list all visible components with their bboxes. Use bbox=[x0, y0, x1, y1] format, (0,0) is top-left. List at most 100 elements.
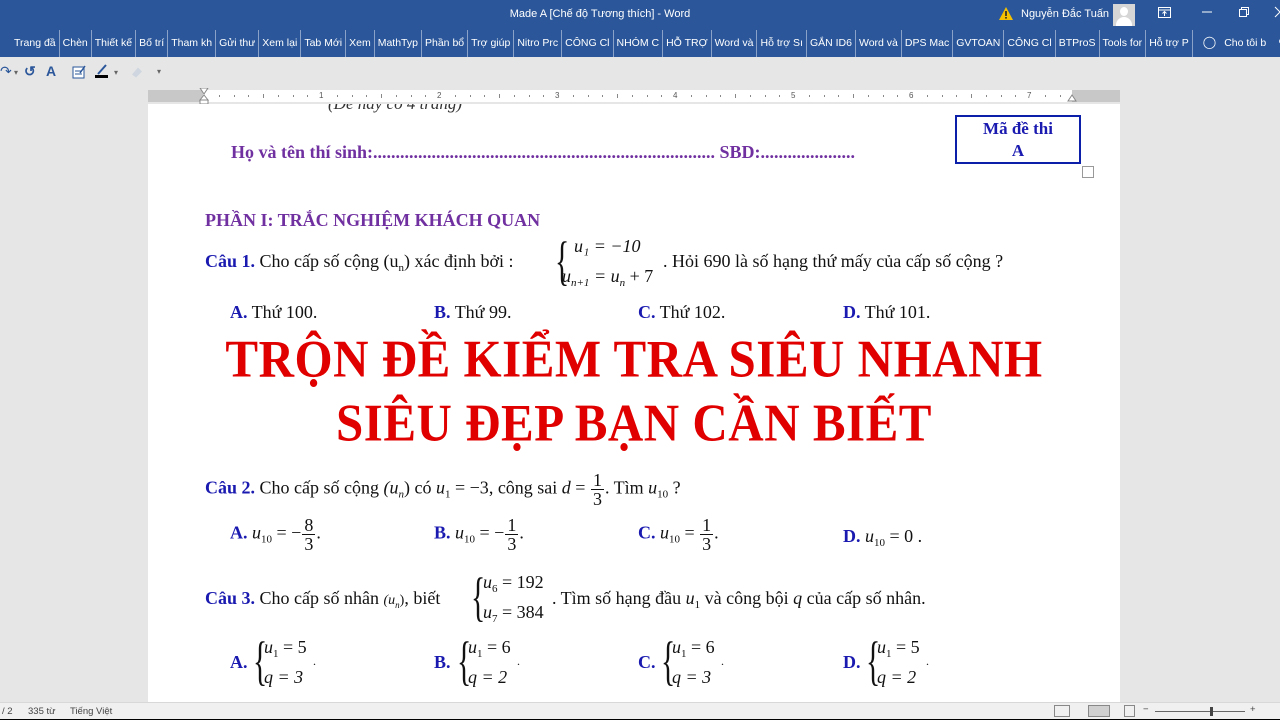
question-3: Câu 3. Cho cấp số nhân (un), biết bbox=[205, 588, 440, 610]
right-indent-marker-icon[interactable] bbox=[1067, 92, 1077, 102]
ribbon-tab[interactable]: Xem bbox=[346, 30, 375, 57]
quick-access-toolbar: ↷ ▾ ↺ A ▾ ▾ bbox=[0, 57, 1280, 87]
ribbon-tab[interactable]: Hỗ trợ P bbox=[1146, 30, 1193, 57]
web-layout-button[interactable] bbox=[1124, 705, 1135, 717]
ribbon-tab[interactable]: DPS Mac bbox=[902, 30, 954, 57]
refresh-icon[interactable]: ↺ bbox=[24, 63, 36, 79]
ruler-number: 1 bbox=[319, 91, 324, 100]
exam-code-label: Mã đề thi bbox=[983, 119, 1053, 138]
zoom-slider[interactable] bbox=[1155, 711, 1245, 712]
q1-option-b[interactable]: B. Thứ 99. bbox=[434, 302, 511, 323]
ribbon-display-options-button[interactable] bbox=[1156, 6, 1172, 22]
option-fraction: 83 bbox=[302, 516, 316, 553]
q2-text2: có bbox=[410, 477, 436, 498]
option-lhs: u bbox=[865, 526, 874, 546]
ribbon-tab[interactable]: GẮN ID6 bbox=[807, 30, 856, 57]
ribbon-tab[interactable]: MathTyp bbox=[375, 30, 422, 57]
q3-q: q bbox=[793, 588, 803, 608]
ruler-tick bbox=[941, 95, 943, 97]
option-line-1: u1 = 5 bbox=[264, 637, 307, 660]
ribbon-tab[interactable]: Trợ giúp bbox=[468, 30, 515, 57]
ribbon-tab[interactable]: Tab Mới bbox=[301, 30, 347, 57]
document-page[interactable]: (Đề này có 4 trang) Họ và tên thí sinh:.… bbox=[148, 104, 1120, 702]
zoom-in-button[interactable]: + bbox=[1250, 704, 1256, 715]
ribbon-tab[interactable]: Nitro Prc bbox=[514, 30, 563, 57]
ribbon-tab[interactable]: NHÓM C bbox=[614, 30, 664, 57]
ribbon-tab[interactable]: HỖ TRỢ bbox=[663, 30, 712, 57]
avatar[interactable] bbox=[1113, 4, 1135, 26]
read-mode-button[interactable] bbox=[1054, 705, 1070, 717]
ribbon-tab[interactable]: Chèn bbox=[60, 30, 92, 57]
ribbon-tab[interactable]: Hỗ trợ Sı bbox=[757, 30, 807, 57]
ribbon-tab[interactable]: Gửi thư bbox=[216, 30, 260, 57]
q1-option-d[interactable]: D. Thứ 101. bbox=[843, 302, 930, 323]
q1-option-a[interactable]: A. Thứ 100. bbox=[230, 302, 317, 323]
ribbon-tab[interactable]: Phần bổ bbox=[422, 30, 469, 57]
redo-dropdown-icon[interactable]: ▾ bbox=[14, 65, 18, 81]
ribbon-tab[interactable]: GVTOAN bbox=[953, 30, 1005, 57]
textbox-resize-handle[interactable] bbox=[1082, 166, 1094, 178]
redo-icon[interactable]: ↷ bbox=[0, 63, 12, 79]
ruler-tick bbox=[381, 94, 382, 98]
tell-me-search[interactable]: ◯ Cho tôi b bbox=[1193, 35, 1272, 49]
ribbon-tab[interactable]: Tools for bbox=[1100, 30, 1147, 57]
spell-check-icon[interactable]: A bbox=[46, 63, 56, 79]
ruler-tick bbox=[661, 95, 663, 97]
word-count[interactable]: 335 từ bbox=[28, 706, 56, 717]
ruler-tick bbox=[838, 95, 840, 97]
warning-icon[interactable] bbox=[999, 7, 1013, 20]
ribbon-tab[interactable]: Trang đầ bbox=[0, 30, 60, 57]
ribbon-tab[interactable]: Xem lại bbox=[259, 30, 302, 57]
q1-sys2-eq: = u bbox=[589, 266, 620, 286]
ribbon-tab[interactable]: BTProS bbox=[1056, 30, 1100, 57]
exam-code-box[interactable]: Mã đề thi A bbox=[955, 115, 1081, 164]
section-title: PHẦN I: TRẮC NGHIỆM KHÁCH QUAN bbox=[205, 210, 541, 230]
close-button[interactable] bbox=[1272, 6, 1280, 22]
ruler-tick bbox=[454, 95, 456, 97]
ribbon-tab[interactable]: Word và bbox=[856, 30, 902, 57]
minimize-button[interactable] bbox=[1199, 6, 1215, 22]
option-u-val: = 5 bbox=[278, 637, 307, 657]
page-indicator[interactable]: / 2 bbox=[2, 706, 13, 717]
restore-icon bbox=[1239, 7, 1249, 17]
language-indicator[interactable]: Tiếng Việt bbox=[70, 706, 112, 717]
ribbon-tab[interactable]: Bố trí bbox=[136, 30, 169, 57]
q2-option-a[interactable]: A. u10 = −8 3. bbox=[230, 516, 321, 553]
restore-button[interactable] bbox=[1236, 6, 1252, 22]
q2-seq: (u bbox=[383, 477, 399, 498]
q2-option-b[interactable]: B. u10 = −1 3. bbox=[434, 516, 524, 553]
option-end: . bbox=[721, 654, 724, 668]
user-name[interactable]: Nguyễn Đắc Tuấn bbox=[1021, 8, 1109, 20]
eraser-icon[interactable] bbox=[130, 64, 143, 80]
option-text: Thứ 101. bbox=[860, 302, 931, 322]
q1-option-c[interactable]: C. Thứ 102. bbox=[638, 302, 725, 323]
ruler-tick bbox=[617, 94, 618, 98]
ribbon-tab[interactable]: Tham kh bbox=[168, 30, 217, 57]
ribbon-tab[interactable]: CÔNG Cl bbox=[562, 30, 614, 57]
form-icon[interactable] bbox=[72, 64, 86, 80]
highlight-pen-icon[interactable] bbox=[94, 63, 110, 79]
pen-dropdown-icon[interactable]: ▾ bbox=[114, 65, 118, 81]
option-end: . bbox=[926, 654, 929, 668]
horizontal-ruler[interactable]: 1 2 3 4 5 6 7 bbox=[148, 88, 1120, 104]
ruler-tick bbox=[749, 95, 751, 97]
ribbon-tab[interactable]: Thiết kế bbox=[92, 30, 137, 57]
zoom-slider-thumb[interactable] bbox=[1210, 707, 1213, 716]
q2-text3: , công sai bbox=[488, 477, 562, 498]
zoom-out-button[interactable]: − bbox=[1143, 704, 1149, 715]
q2-option-c[interactable]: C. u10 = 13. bbox=[638, 516, 719, 553]
ribbon-tab[interactable]: Word và bbox=[712, 30, 758, 57]
question-1: Câu 1. Cho cấp số cộng (un) xác định bởi… bbox=[205, 251, 514, 274]
option-eq: = − bbox=[475, 522, 505, 543]
option-lhs-sub: 10 bbox=[464, 533, 476, 546]
indent-marker-icon[interactable] bbox=[199, 88, 209, 104]
ribbon-tab[interactable]: CÔNG Cl bbox=[1004, 30, 1056, 57]
option-lhs-sub: 10 bbox=[261, 533, 272, 546]
share-button[interactable]: ⚲Chia sẻ bbox=[1272, 37, 1280, 49]
option-text: Thứ 102. bbox=[655, 302, 726, 322]
fraction-numerator: 1 bbox=[590, 470, 604, 490]
q2-option-d[interactable]: D. u10 = 0 . bbox=[843, 526, 922, 549]
option-text: Thứ 99. bbox=[450, 302, 512, 322]
print-layout-button[interactable] bbox=[1088, 705, 1110, 717]
customize-qat-icon[interactable]: ▾ bbox=[157, 64, 161, 80]
